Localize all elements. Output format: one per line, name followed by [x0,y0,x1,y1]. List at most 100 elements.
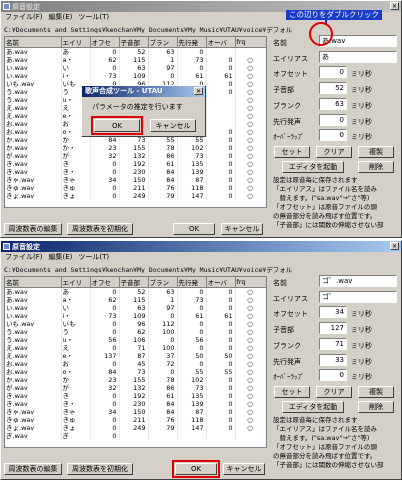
table-cell: 0 [90,192,120,200]
menu-edit[interactable]: 編集(E) [49,252,73,262]
ok-button[interactable]: OK [172,460,220,478]
table-cell [206,432,236,440]
column-header[interactable]: ブラン [148,277,178,288]
table-row[interactable]: え.wav e・ 137 87 37 50 50 ○ [5,352,266,360]
oto-table[interactable]: 名前 エイリ オフセ 子音部 ブラン 先行発 オーバ frq あ.wav あ 0 52 63 0 0 ○ あ.… [4,276,267,448]
delete-button[interactable]: 削除 [358,401,394,413]
close-icon[interactable]: ✕ [390,242,399,250]
set-button[interactable]: セット [274,386,310,398]
column-header[interactable]: frq [235,37,266,48]
cancel-button[interactable]: キャンセル [221,223,263,235]
consonant-field[interactable]: 127 [319,322,347,334]
dialog-ok-button[interactable]: OK [91,116,143,135]
help-line: 替えます。("sa.wav"→"さ"等) [273,194,370,202]
table-row[interactable]: か.wav か 84 73 55 55 0 ○ [5,136,266,144]
column-header[interactable]: オーバ [206,277,236,288]
table-cell: 1 [148,296,178,304]
alias-field[interactable]: あ [319,51,397,63]
title-bar[interactable]: 原音設定 ✕ [1,241,401,252]
column-header[interactable]: frq [235,277,266,288]
table-row[interactable]: き.wav き 0 192 61 135 0 ○ [5,392,266,400]
table-row[interactable]: きゅ.wav きゅ 0 211 76 118 0 ○ [5,416,266,424]
launch-editor-button[interactable]: エディタを起動 [282,401,344,413]
init-frequency-table-button[interactable]: 周波数表を初期化 [67,463,133,475]
column-header[interactable]: オフセ [90,37,120,48]
table-row[interactable]: い.wav i・ 73 109 0 61 61 ○ [5,72,266,80]
column-header[interactable]: 先行発 [177,277,207,288]
edit-frequency-table-button[interactable]: 周波数表の編集 [4,463,62,475]
table-cell: ○ [235,184,266,192]
table-row[interactable]: う.wav u・ 56 106 0 56 0 ○ [5,336,266,344]
blank-field[interactable]: 63 [319,98,347,110]
consonant-field[interactable]: 52 [319,82,347,94]
table-row[interactable]: あ.wav あ 0 52 63 0 [5,47,266,56]
init-frequency-table-button[interactable]: 周波数表を初期化 [67,223,133,235]
table-row[interactable]: い.wav i・ 73 109 0 61 61 ○ [5,312,266,320]
cancel-button[interactable]: キャンセル [223,463,265,475]
menu-file[interactable]: ファイル(F) [5,12,43,22]
column-header[interactable]: ブラン [148,37,178,48]
table-row[interactable]: か.wav か 23 155 78 102 0 ○ [5,376,266,384]
menu-file[interactable]: ファイル(F) [5,252,43,262]
preutterance-field[interactable]: 0 [319,114,347,126]
blank-field[interactable]: 71 [319,338,347,350]
app-icon [3,3,10,10]
preutterance-field[interactable]: 33 [319,354,347,366]
clear-button[interactable]: クリア [316,386,352,398]
table-row[interactable]: き.wav き・ 0 230 84 139 0 ○ [5,400,266,408]
table-row[interactable]: きゃ.wav きゃ 34 150 84 87 0 ○ [5,176,266,184]
offset-field[interactable]: 34 [319,306,347,318]
delete-button[interactable]: 削除 [358,161,394,173]
offset-field[interactable]: 0 [319,66,347,78]
overlap-field[interactable]: 0 [319,129,347,141]
table-row[interactable]: お.wav o・ 84 73 0 55 55 ○ [5,368,266,376]
column-header[interactable]: オフセ [90,277,120,288]
table-row[interactable]: あ.wav あ 0 52 63 0 0 ○ [5,287,266,296]
column-header[interactable]: 子音部 [119,37,149,48]
menu-tools[interactable]: ツール(T) [78,12,109,22]
edit-frequency-table-button[interactable]: 周波数表の編集 [4,223,62,235]
table-row[interactable]: あ.wav a・ 62 115 1 73 0 ○ [5,296,266,304]
table-row[interactable]: いも.wav いも 0 96 112 0 0 ○ [5,320,266,328]
table-row[interactable]: きゅ.wav きゅ 0 211 76 118 0 ○ [5,184,266,192]
table-row[interactable]: が.wav が 32 132 86 73 0 ○ [5,152,266,160]
column-header[interactable]: エイリ [61,37,91,48]
name-field[interactable]: ゴ゛.wav [319,275,397,287]
menu-edit[interactable]: 編集(E) [49,12,73,22]
table-row[interactable]: ぎ.wav ぎ 0 [5,432,266,440]
column-header[interactable]: 子音部 [119,277,149,288]
clear-button[interactable]: クリア [316,146,352,158]
column-header[interactable]: 名前 [5,37,62,48]
table-row[interactable]: い.wav い 0 63 97 0 0 ○ [5,64,266,72]
column-header[interactable]: オーバ [206,37,236,48]
table-row[interactable]: き.wav き・ 0 230 84 139 0 ○ [5,168,266,176]
table-row[interactable]: え.wav え 0 71 100 0 0 ○ [5,344,266,352]
copy-button[interactable]: 複製 [358,386,394,398]
close-icon[interactable]: ✕ [194,87,203,95]
table-row[interactable]: きゃ.wav きゃ 34 150 84 87 0 ○ [5,408,266,416]
table-cell: 0 [206,392,236,400]
column-header[interactable]: エイリ [61,277,91,288]
table-row[interactable]: きょ.wav きょ 0 249 79 147 0 ○ [5,424,266,432]
alias-field[interactable]: ゴ゛ [319,291,397,303]
table-row[interactable]: い.wav い 0 63 97 0 0 ○ [5,304,266,312]
table-cell: 73 [177,56,207,64]
ok-button[interactable]: OK [173,223,215,235]
table-row[interactable]: が.wav が 32 132 86 73 0 ○ [5,384,266,392]
table-row[interactable]: き.wav き 0 192 61 135 0 ○ [5,160,266,168]
overlap-field[interactable]: 0 [319,369,347,381]
table-row[interactable]: お.wav お 0 45 72 0 0 ○ [5,360,266,368]
table-row[interactable]: きょ.wav きょ 0 249 79 147 0 ○ [5,192,266,200]
table-row[interactable]: か.wav か・ 23 155 78 102 0 ○ [5,144,266,152]
column-header[interactable]: 先行発 [177,37,207,48]
close-icon[interactable]: ✕ [390,2,399,10]
menu-tools[interactable]: ツール(T) [78,252,109,262]
dialog-cancel-button[interactable]: キャンセル [150,119,196,132]
table-cell: 0 [206,144,236,152]
table-row[interactable]: あ.wav a・ 62 115 1 73 0 ○ [5,56,266,64]
launch-editor-button[interactable]: エディタを起動 [282,161,344,173]
set-button[interactable]: セット [274,146,310,158]
table-row[interactable]: う.wavう06210000○ [5,328,266,336]
column-header[interactable]: 名前 [5,277,62,288]
copy-button[interactable]: 複製 [358,146,394,158]
